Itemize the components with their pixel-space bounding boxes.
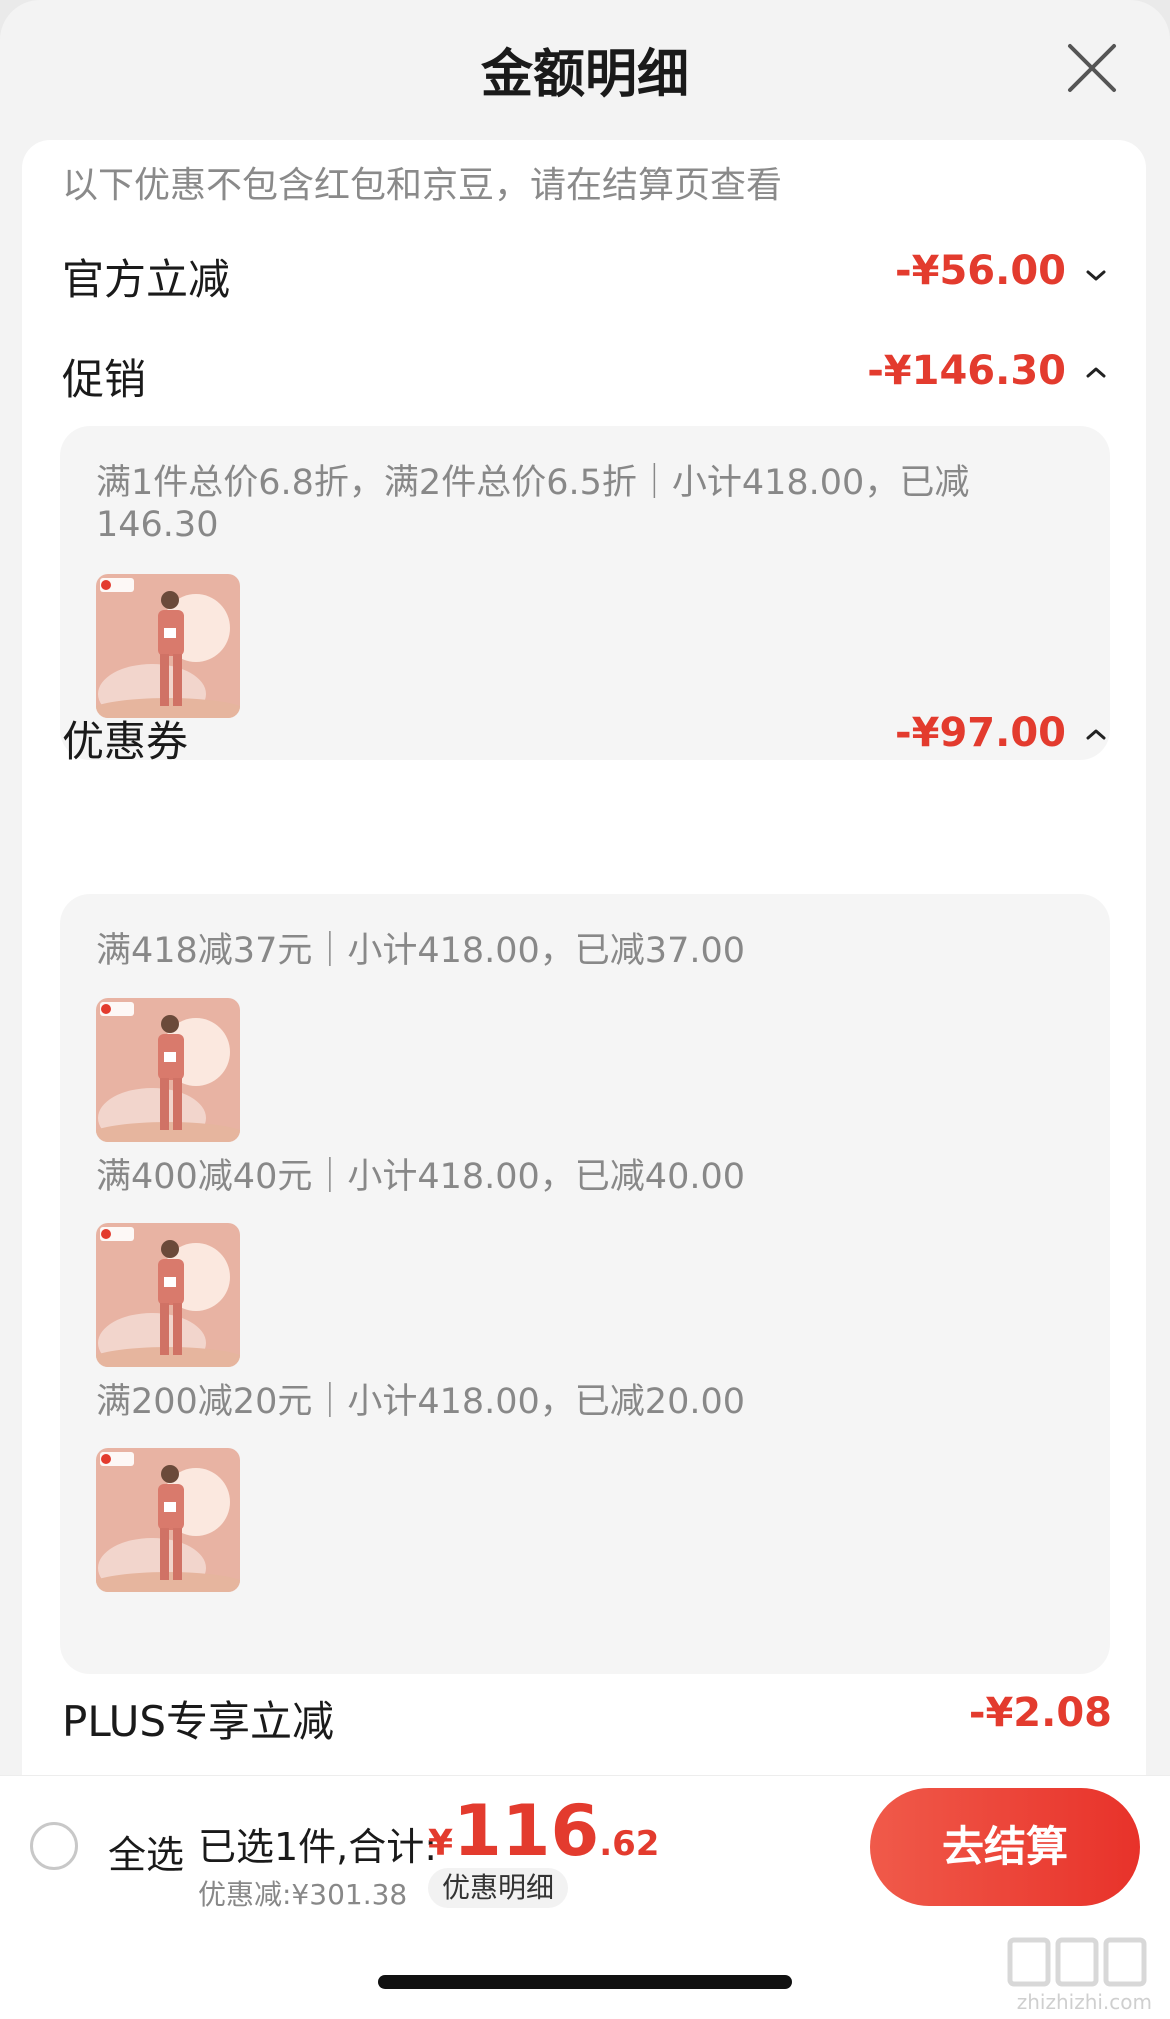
coupon-panel: 满418减37元｜小计418.00，已减37.00 满400减40元｜小计418: [60, 894, 1110, 1674]
home-area: [0, 1915, 1170, 2019]
product-thumbnail[interactable]: [96, 998, 240, 1142]
sheet-header: 金额明细: [0, 0, 1170, 140]
official-discount-amount: -¥56.00: [895, 248, 1066, 294]
chevron-up-icon[interactable]: [1082, 720, 1110, 748]
coupon-rule-text: 满418减37元｜小计418.00，已减37.00: [96, 931, 746, 971]
coupon-label: 优惠券: [62, 717, 189, 766]
amount-detail-sheet: 金额明细 以下优惠不包含红包和京豆，请在结算页查看 官方立减 -¥56.00 促…: [0, 0, 1170, 1775]
discount-note: 以下优惠不包含红包和京豆，请在结算页查看: [62, 165, 783, 206]
coupon-rule-text: 满400减40元｜小计418.00，已减40.00: [96, 1157, 746, 1197]
promo-amount: -¥146.30: [867, 348, 1066, 394]
close-icon[interactable]: [1064, 40, 1120, 96]
pajamas-product-image: [96, 574, 240, 718]
detail-card: 以下优惠不包含红包和京豆，请在结算页查看 官方立减 -¥56.00 促销 -¥1…: [22, 140, 1146, 1775]
price-currency: ¥: [428, 1823, 454, 1864]
home-indicator[interactable]: [378, 1975, 792, 1989]
price-integer: 116: [453, 1790, 600, 1872]
product-thumbnail[interactable]: [96, 1448, 240, 1592]
promo-rule-text: 满1件总价6.8折，满2件总价6.5折｜小计418.00，已减146.30: [96, 463, 970, 545]
select-all-radio[interactable]: [30, 1822, 78, 1870]
price-decimal: .62: [599, 1824, 660, 1864]
total-price: ¥116.62: [428, 1790, 659, 1872]
checkout-button[interactable]: 去结算: [870, 1788, 1140, 1906]
checkout-bar: 全选 已选1件,合计: ¥116.62 优惠减:¥301.38 优惠明细 去结算: [0, 1775, 1170, 1915]
pajamas-product-image: [96, 998, 240, 1142]
plus-discount-amount: -¥2.08: [968, 1690, 1112, 1736]
promo-label: 促销: [62, 355, 147, 404]
coupon-rule-text: 满200减20元｜小计418.00，已减20.00: [96, 1382, 746, 1422]
pajamas-product-image: [96, 1448, 240, 1592]
pajamas-product-image: [96, 1223, 240, 1367]
selection-summary: 已选1件,合计:: [198, 1825, 438, 1869]
product-thumbnail[interactable]: [96, 574, 240, 718]
sheet-title: 金额明细: [480, 45, 689, 105]
watermark-text: zhizhizhi.com: [1016, 1990, 1152, 2014]
saving-amount: 优惠减:¥301.38: [198, 1878, 408, 1911]
chevron-up-icon[interactable]: [1082, 358, 1110, 386]
chevron-down-icon[interactable]: [1082, 262, 1110, 290]
official-discount-label: 官方立减: [62, 255, 231, 304]
discount-detail-button[interactable]: 优惠明细: [428, 1868, 569, 1908]
select-all-label[interactable]: 全选: [108, 1824, 184, 1879]
product-thumbnail[interactable]: [96, 1223, 240, 1367]
coupon-amount: -¥97.00: [895, 710, 1066, 756]
plus-discount-label: PLUS专享立减: [62, 1697, 335, 1746]
